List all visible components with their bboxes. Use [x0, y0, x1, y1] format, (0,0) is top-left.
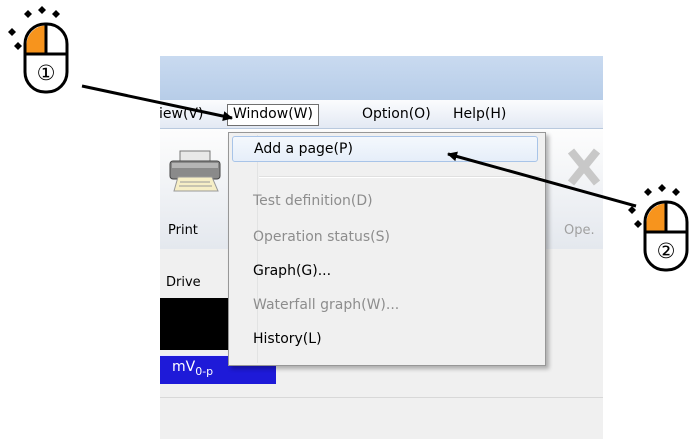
- arrow-step1: [81, 84, 233, 122]
- annotation-arrows: [81, 84, 637, 208]
- step2-label: ②: [657, 239, 676, 263]
- mouse-left-click-icon: ②: [628, 184, 689, 272]
- mouse-left-click-icon: ①: [8, 6, 69, 94]
- step1-label: ①: [37, 61, 56, 85]
- arrow-step2: [447, 151, 637, 208]
